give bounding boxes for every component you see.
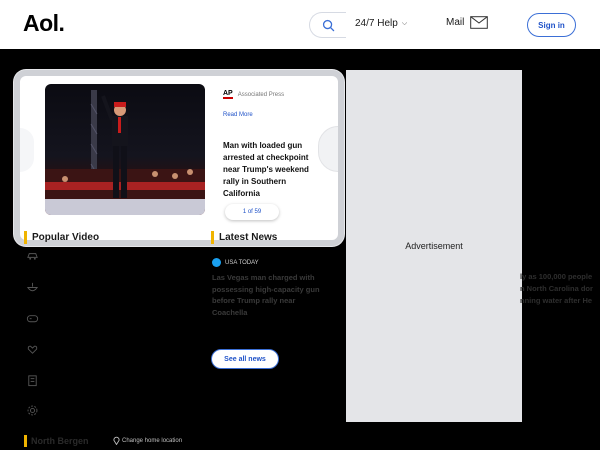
advertisement-panel[interactable]: Advertisement — [346, 70, 522, 422]
search-icon — [322, 19, 334, 31]
featured-story-image[interactable] — [45, 84, 205, 215]
help-label: 24/7 Help — [355, 18, 398, 29]
food-icon[interactable] — [25, 280, 39, 294]
change-location-link[interactable]: Change home location — [113, 436, 182, 445]
heart-hands-icon[interactable] — [25, 342, 39, 356]
aol-logo[interactable]: Aol. — [23, 10, 65, 37]
news-source-name: USA TODAY — [225, 259, 259, 266]
rally-photo-icon — [45, 90, 205, 215]
change-location-label: Change home location — [122, 437, 183, 444]
featured-headline[interactable]: Man with loaded gun arrested at checkpoi… — [223, 140, 319, 200]
popular-video-heading: Popular Video — [24, 231, 99, 244]
car-icon[interactable] — [25, 248, 39, 262]
latest-news-heading: Latest News — [211, 231, 277, 244]
mail-icon — [470, 16, 489, 29]
read-more-link[interactable]: Read More — [223, 112, 253, 118]
offscreen-headline-line[interactable]: nning water after He — [520, 296, 592, 305]
search-button[interactable] — [309, 12, 346, 38]
map-pin-icon — [113, 436, 120, 445]
previous-story-button[interactable] — [20, 128, 34, 172]
mail-link[interactable]: Mail — [446, 16, 489, 29]
building-icon[interactable] — [25, 373, 39, 387]
ap-logo: AP — [223, 90, 233, 99]
usa-today-logo-icon — [212, 258, 221, 267]
advertisement-label: Advertisement — [405, 241, 463, 251]
next-story-button[interactable] — [318, 126, 338, 172]
sign-in-button[interactable]: Sign in — [527, 13, 576, 37]
gamepad-icon[interactable] — [25, 311, 39, 325]
story-source-name: Associated Press — [237, 91, 285, 98]
offscreen-headline-line[interactable]: ly as 100,000 people — [520, 272, 592, 281]
help-menu[interactable]: 24/7 Help ⌵ — [355, 18, 407, 29]
offscreen-headline-line[interactable]: n North Carolina dor — [520, 284, 593, 293]
see-all-news-button[interactable]: See all news — [211, 349, 279, 369]
story-source: AP Associated Press — [223, 90, 284, 99]
featured-story-card[interactable]: AP Associated Press Read More Man with l… — [14, 70, 344, 246]
news-headline[interactable]: Las Vegas man charged with possessing hi… — [212, 272, 332, 318]
chevron-down-icon: ⌵ — [401, 19, 408, 27]
settings-icon[interactable] — [25, 403, 39, 417]
story-pager: 1 of 59 — [225, 204, 279, 220]
news-source: USA TODAY — [212, 258, 259, 267]
top-header: Aol. 24/7 Help ⌵ Mail Sign in — [0, 0, 600, 49]
location-title: North Bergen — [24, 435, 89, 447]
mail-label: Mail — [446, 17, 465, 28]
